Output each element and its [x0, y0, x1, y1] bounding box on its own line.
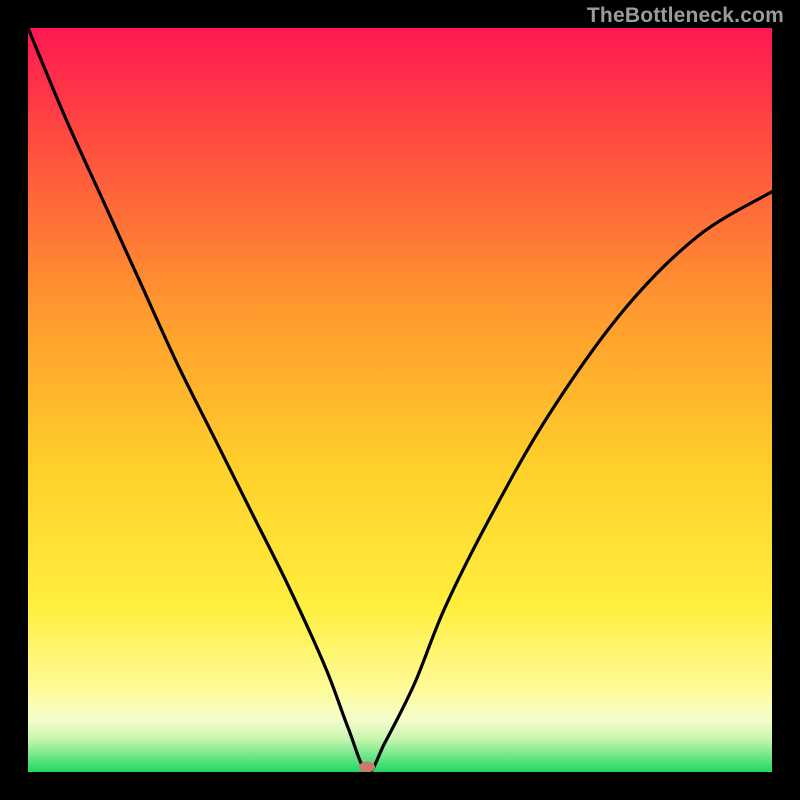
optimum-marker — [359, 761, 375, 772]
plot-area — [28, 28, 772, 772]
watermark-text: TheBottleneck.com — [587, 4, 784, 28]
chart-frame: TheBottleneck.com — [0, 0, 800, 800]
bottleneck-curve — [28, 28, 772, 772]
